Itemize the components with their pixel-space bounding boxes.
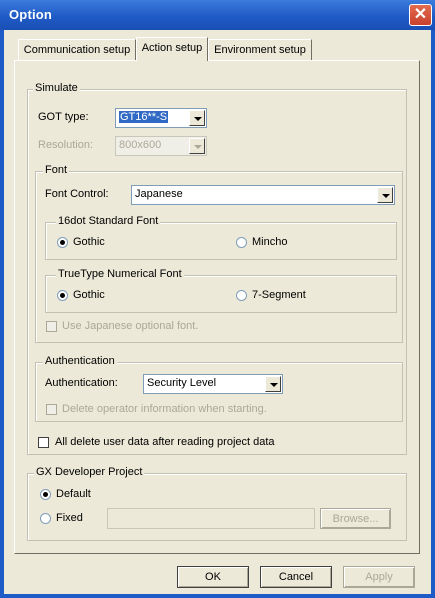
title-bar[interactable] <box>0 0 435 30</box>
delete-operator-info-checkbox[interactable] <box>46 404 57 415</box>
font-control-label: Font Control: <box>45 188 109 200</box>
tab-communication-setup[interactable]: Communication setup <box>18 39 136 60</box>
gx-default-label: Default <box>56 488 91 500</box>
window-frame-left <box>0 30 4 598</box>
all-delete-user-data-label: All delete user data after reading proje… <box>55 436 275 448</box>
browse-button[interactable]: Browse... <box>320 508 391 529</box>
standard-mincho-radio[interactable] <box>236 237 247 248</box>
font-legend: Font <box>43 164 70 176</box>
truetype-font-legend: TrueType Numerical Font <box>56 268 184 280</box>
ok-button[interactable]: OK <box>177 566 249 588</box>
gx-fixed-label: Fixed <box>56 512 83 524</box>
truetype-gothic-radio[interactable] <box>57 290 68 301</box>
tab-action-setup[interactable]: Action setup <box>136 37 208 61</box>
tab-environment-setup[interactable]: Environment setup <box>208 39 312 60</box>
all-delete-user-data-checkbox[interactable] <box>38 437 49 448</box>
standard-font-legend: 16dot Standard Font <box>56 215 161 227</box>
resolution-dropdown-button[interactable] <box>189 138 205 154</box>
chevron-down-icon <box>194 145 202 149</box>
resolution-value: 800x600 <box>119 139 162 151</box>
got-type-value: GT16**-S <box>119 111 169 123</box>
resolution-label: Resolution: <box>38 139 94 151</box>
gx-developer-group <box>27 473 407 541</box>
authentication-label: Authentication: <box>45 377 118 389</box>
standard-gothic-label: Gothic <box>73 236 105 248</box>
simulate-legend: Simulate <box>33 82 80 94</box>
japanese-optional-font-checkbox[interactable] <box>46 321 57 332</box>
authentication-dropdown-button[interactable] <box>265 376 281 392</box>
chevron-down-icon <box>382 194 390 198</box>
font-control-value: Japanese <box>135 188 183 200</box>
got-type-label: GOT type: <box>38 111 89 123</box>
authentication-value: Security Level <box>147 377 217 389</box>
truetype-gothic-label: Gothic <box>73 289 105 301</box>
font-control-select[interactable]: Japanese <box>131 185 395 205</box>
cancel-button[interactable]: Cancel <box>260 566 332 588</box>
gx-fixed-radio[interactable] <box>40 513 51 524</box>
close-icon: ✕ <box>413 6 428 23</box>
japanese-optional-font-label: Use Japanese optional font. <box>62 320 199 332</box>
gx-project-path-field[interactable] <box>107 508 315 529</box>
window-title: Option <box>9 7 53 22</box>
truetype-7segment-label: 7-Segment <box>252 289 306 301</box>
authentication-select[interactable]: Security Level <box>143 374 283 394</box>
chevron-down-icon <box>270 383 278 387</box>
got-type-select[interactable]: GT16**-S <box>115 108 207 128</box>
apply-button[interactable]: Apply <box>343 566 415 588</box>
gx-default-radio[interactable] <box>40 489 51 500</box>
font-control-dropdown-button[interactable] <box>377 187 393 203</box>
window-frame-bottom <box>0 594 435 598</box>
close-button[interactable]: ✕ <box>409 4 432 26</box>
got-type-dropdown-button[interactable] <box>189 110 205 126</box>
gx-developer-legend: GX Developer Project <box>34 466 145 478</box>
resolution-select[interactable]: 800x600 <box>115 136 207 156</box>
standard-gothic-radio[interactable] <box>57 237 68 248</box>
truetype-7segment-radio[interactable] <box>236 290 247 301</box>
delete-operator-info-label: Delete operator information when startin… <box>62 403 267 415</box>
chevron-down-icon <box>194 117 202 121</box>
standard-mincho-label: Mincho <box>252 236 288 248</box>
window-frame-right <box>431 30 435 598</box>
authentication-legend: Authentication <box>43 355 117 367</box>
